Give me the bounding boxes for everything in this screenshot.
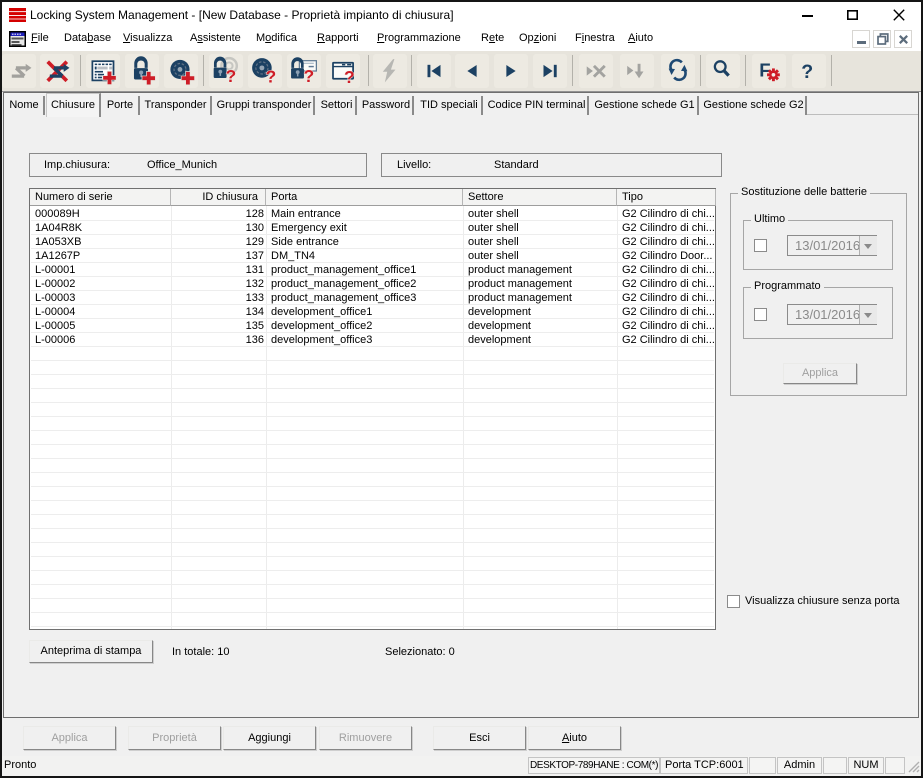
svg-text:?: ? — [801, 61, 813, 83]
svg-text:?: ? — [344, 67, 355, 87]
svg-text:?: ? — [266, 66, 277, 86]
svg-text:?: ? — [303, 66, 314, 86]
svg-text:?: ? — [225, 66, 236, 86]
